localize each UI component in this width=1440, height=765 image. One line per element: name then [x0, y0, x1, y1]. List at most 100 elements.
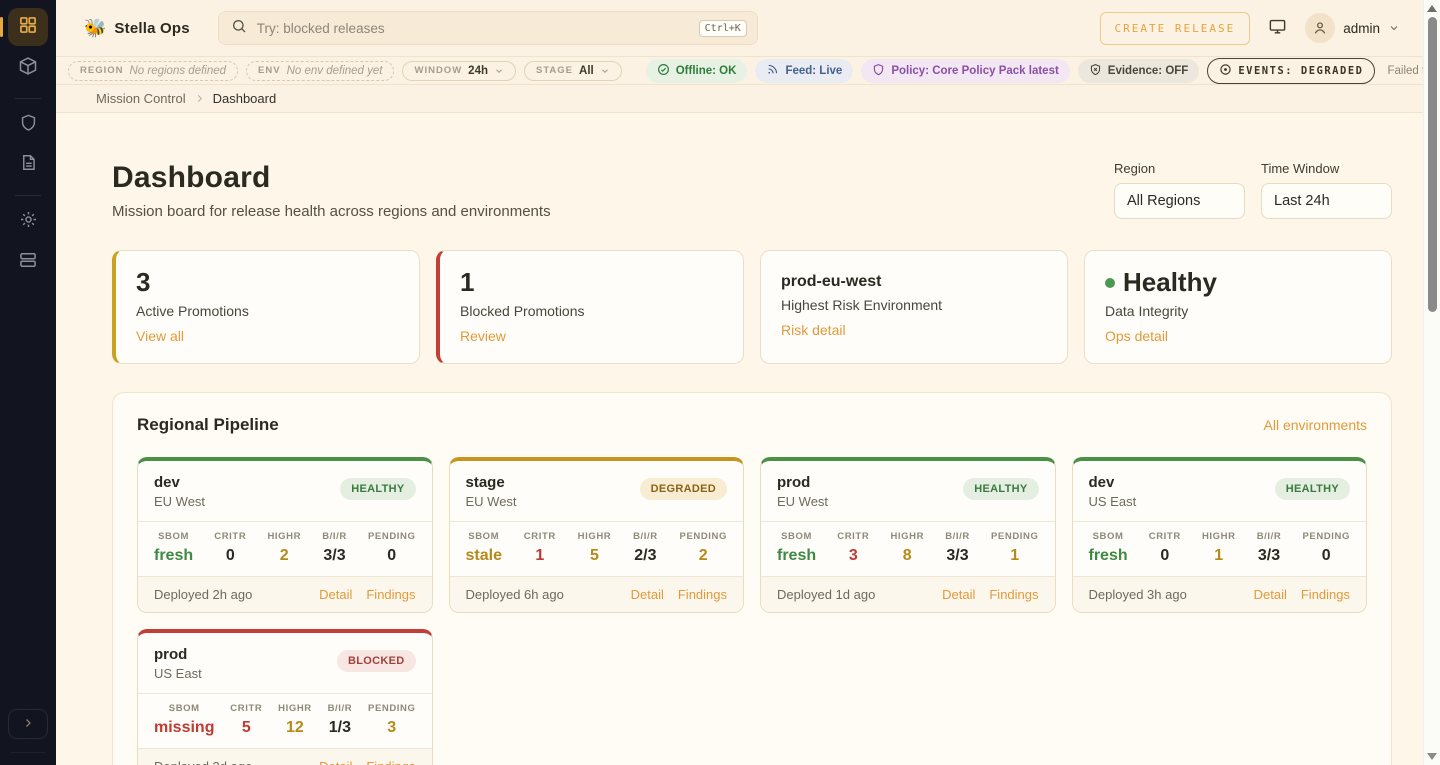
shield-x-icon — [1089, 63, 1102, 79]
sidebar-expand-button[interactable] — [8, 709, 48, 739]
page-filters: Region All Regions Time Window Last 24h — [1114, 161, 1392, 219]
feed-status-pill[interactable]: Feed: Live — [755, 59, 853, 83]
display-mode-button[interactable] — [1264, 13, 1291, 43]
sidebar-item-packages[interactable] — [8, 50, 48, 86]
env-block: prod EU West — [777, 474, 828, 509]
metrics-row: SBOMfresh CRITR3 HIGHR8 B/I/R3/3 PENDING… — [761, 521, 1055, 577]
create-release-button[interactable]: CREATE RELEASE — [1100, 12, 1251, 45]
page-heading-block: Dashboard Mission board for release heal… — [112, 161, 551, 220]
sidebar-bottom-divider — [10, 752, 46, 753]
brand: 🐝 Stella Ops — [84, 18, 190, 39]
policy-status-pill[interactable]: Policy: Core Policy Pack latest — [861, 59, 1069, 83]
findings-link[interactable]: Findings — [366, 759, 415, 765]
findings-link[interactable]: Findings — [989, 587, 1038, 602]
evidence-status-pill[interactable]: Evidence: OFF — [1078, 59, 1200, 83]
env-region: EU West — [466, 494, 517, 509]
window-context-label: WINDOW — [414, 65, 462, 76]
pipeline-card-prod-eu-west: prod EU West HEALTHY SBOMfresh CRITR3 HI… — [760, 457, 1056, 613]
pipeline-card-stage-eu-west: stage EU West DEGRADED SBOMstale CRITR1 … — [449, 457, 745, 613]
all-environments-link[interactable]: All environments — [1264, 417, 1368, 433]
sidebar-item-settings[interactable] — [8, 204, 48, 240]
scrollbar-thumb[interactable] — [1428, 17, 1437, 312]
env-name: dev — [154, 474, 205, 491]
package-icon — [18, 56, 38, 81]
breadcrumb-current: Dashboard — [213, 91, 277, 106]
time-window-filter-select[interactable]: Last 24h — [1261, 183, 1392, 219]
metric-critr: CRITR3 — [837, 531, 869, 565]
detail-link[interactable]: Detail — [631, 587, 664, 602]
regional-pipeline-title: Regional Pipeline — [137, 415, 279, 435]
metric-critr: CRITR0 — [1149, 531, 1181, 565]
detail-link[interactable]: Detail — [1254, 587, 1287, 602]
sidebar — [0, 0, 56, 765]
detail-link[interactable]: Detail — [942, 587, 975, 602]
search-input[interactable] — [257, 21, 689, 36]
sidebar-item-dashboard[interactable] — [8, 8, 48, 46]
risk-detail-link[interactable]: Risk detail — [781, 322, 846, 338]
metric-pending: PENDING1 — [991, 531, 1038, 565]
vertical-scrollbar[interactable] — [1423, 0, 1440, 765]
detail-link[interactable]: Detail — [319, 587, 352, 602]
user-menu[interactable]: admin — [1305, 13, 1400, 43]
metric-pending: PENDING2 — [680, 531, 727, 565]
search-shortcut-badge: Ctrl+K — [699, 20, 747, 37]
highest-risk-card: prod-eu-west Highest Risk Environment Ri… — [760, 250, 1068, 364]
findings-link[interactable]: Findings — [1301, 587, 1350, 602]
page-subtitle: Mission board for release health across … — [112, 203, 551, 220]
metrics-row: SBOMfresh CRITR0 HIGHR1 B/I/R3/3 PENDING… — [1073, 521, 1367, 577]
findings-link[interactable]: Findings — [366, 587, 415, 602]
metric-sbom: SBOMfresh — [154, 531, 193, 565]
metrics-row: SBOMfresh CRITR0 HIGHR2 B/I/R3/3 PENDING… — [138, 521, 432, 577]
offline-status-pill[interactable]: Offline: OK — [646, 59, 748, 83]
deployed-text: Deployed 3h ago — [1089, 587, 1187, 602]
region-context-pill[interactable]: REGION No regions defined — [68, 61, 238, 81]
data-integrity-card: Healthy Data Integrity Ops detail — [1084, 250, 1392, 364]
window-context-dropdown[interactable]: WINDOW 24h — [402, 61, 516, 81]
global-search[interactable]: Ctrl+K — [218, 11, 758, 45]
user-name: admin — [1343, 21, 1380, 36]
events-status-pill[interactable]: EVENTS: DEGRADED — [1207, 58, 1375, 84]
stage-context-dropdown[interactable]: STAGE All — [524, 61, 622, 81]
scroll-down-arrow-icon[interactable] — [1427, 753, 1437, 760]
env-context-pill[interactable]: ENV No env defined yet — [246, 61, 394, 81]
status-badge: BLOCKED — [337, 650, 416, 672]
metric-bir: B/I/R1/3 — [328, 703, 353, 737]
rss-icon — [766, 63, 779, 79]
env-name: stage — [466, 474, 517, 491]
stage-context-value: All — [579, 65, 594, 77]
app-root: 🐝 Stella Ops Ctrl+K CREATE RELEASE — [0, 0, 1440, 765]
scroll-up-arrow-icon[interactable] — [1427, 5, 1437, 12]
region-filter-select[interactable]: All Regions — [1114, 183, 1245, 219]
env-name: prod — [777, 474, 828, 491]
detail-link[interactable]: Detail — [319, 759, 352, 765]
metric-critr: CRITR0 — [214, 531, 246, 565]
view-all-link[interactable]: View all — [136, 328, 184, 344]
sidebar-divider — [15, 195, 41, 196]
status-badge: HEALTHY — [340, 478, 415, 500]
metric-highr: HIGHR2 — [267, 531, 301, 565]
highest-risk-label: Highest Risk Environment — [781, 297, 1047, 313]
pipeline-card-header: prod US East BLOCKED — [138, 633, 432, 693]
sidebar-item-security[interactable] — [8, 107, 48, 143]
pipeline-grid: dev EU West HEALTHY SBOMfresh CRITR0 HIG… — [137, 457, 1367, 765]
findings-link[interactable]: Findings — [678, 587, 727, 602]
breadcrumb-parent[interactable]: Mission Control — [96, 91, 186, 106]
sidebar-item-infrastructure[interactable] — [8, 244, 48, 280]
stage-context-label: STAGE — [536, 65, 573, 76]
metrics-row: SBOMmissing CRITR5 HIGHR12 B/I/R1/3 PEND… — [138, 693, 432, 749]
review-link[interactable]: Review — [460, 328, 506, 344]
chevron-down-icon — [600, 66, 610, 76]
avatar — [1305, 13, 1335, 43]
deployed-text: Deployed 6h ago — [466, 587, 564, 602]
health-dot-icon — [1105, 278, 1115, 288]
env-name: dev — [1089, 474, 1137, 491]
env-region: EU West — [154, 494, 205, 509]
region-context-label: REGION — [80, 65, 123, 76]
env-block: dev US East — [1089, 474, 1137, 509]
sidebar-item-documents[interactable] — [8, 147, 48, 183]
region-filter-group: Region All Regions — [1114, 161, 1245, 219]
ops-detail-link[interactable]: Ops detail — [1105, 328, 1168, 344]
blocked-promotions-value: 1 — [460, 268, 723, 297]
app-title: Stella Ops — [114, 20, 189, 37]
events-status-text: EVENTS: DEGRADED — [1238, 65, 1363, 77]
